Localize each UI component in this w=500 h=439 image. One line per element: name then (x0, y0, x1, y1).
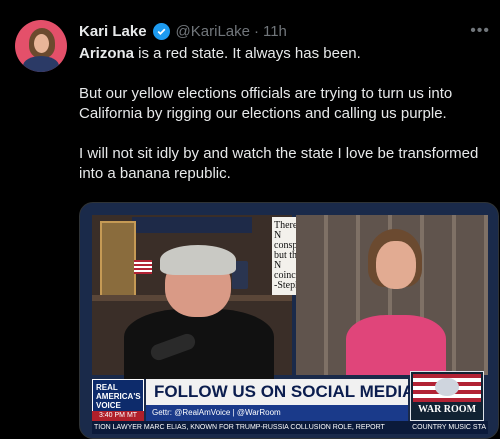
logo-line: VOICE (96, 401, 121, 410)
tweet-paragraph-2: But our yellow elections officials are t… (79, 85, 453, 122)
eagle-icon (435, 378, 459, 396)
tweet-paragraph-3: I will not sit idly by and watch the sta… (79, 145, 479, 182)
ticker-text: TION LAWYER MARC ELIAS, KNOWN FOR TRUMP-… (94, 424, 385, 431)
separator-dot: · (253, 22, 259, 40)
lower-third-banner: FOLLOW US ON SOCIAL MEDIA (146, 379, 414, 405)
host-hair (160, 245, 236, 275)
video-panel-right (296, 215, 488, 375)
avatar-body (23, 56, 59, 72)
logo-line: AMERICA'S (96, 392, 141, 401)
verified-badge-icon (152, 22, 170, 40)
paragraph-text: is a red state. It always has been. (134, 45, 361, 62)
quote-sign: There N conspi but the N coinci -Steph (272, 217, 296, 295)
author-handle[interactable]: @KariLake (176, 23, 250, 40)
avatar-face (34, 34, 49, 53)
news-ticker: TION LAWYER MARC ELIAS, KNOWN FOR TRUMP-… (92, 421, 488, 434)
host-torso (124, 309, 274, 379)
tweet-timestamp[interactable]: 11h (263, 23, 287, 40)
host-figure (120, 239, 274, 379)
guest-figure (346, 229, 446, 375)
guest-face (376, 241, 416, 289)
tweet-text: Arizona is a red state. It always has be… (79, 44, 489, 204)
bold-text: Arizona (79, 45, 135, 62)
guest-top (346, 315, 446, 375)
logo-line: REAL (96, 383, 118, 392)
warroom-wordmark: WAR ROOM (417, 404, 477, 415)
tweet-header: Kari Lake @KariLake · 11h (79, 20, 287, 42)
author-name[interactable]: Kari Lake (79, 23, 147, 40)
backdrop-banner (132, 217, 252, 233)
more-horizontal-icon[interactable]: ••• (470, 22, 490, 40)
sign-line: -Steph (274, 280, 296, 291)
broadcast-time: 3:40 PM MT (92, 411, 144, 421)
tweet-paragraph-1: Arizona is a red state. It always has be… (79, 44, 489, 64)
tweet-video[interactable]: There N conspi but the N coinci -Steph R… (79, 202, 499, 439)
social-handles: Gettr: @RealAmVoice | @WarRoom (146, 405, 408, 421)
warroom-logo: WAR ROOM (410, 371, 484, 421)
ticker-text-right: COUNTRY MUSIC STA (412, 424, 486, 431)
author-avatar[interactable] (15, 20, 67, 72)
video-panel-left: There N conspi but the N coinci -Steph (92, 215, 296, 379)
